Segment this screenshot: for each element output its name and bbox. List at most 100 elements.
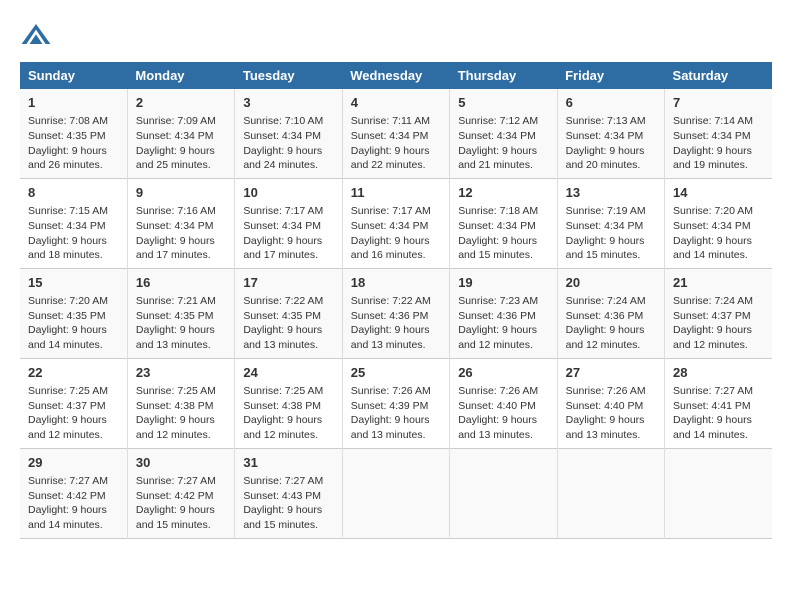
calendar-day-cell: 7 Sunrise: 7:14 AM Sunset: 4:34 PM Dayli… — [665, 89, 772, 178]
day-info: Sunrise: 7:08 AM Sunset: 4:35 PM Dayligh… — [28, 114, 119, 173]
day-info: Sunrise: 7:21 AM Sunset: 4:35 PM Dayligh… — [136, 294, 226, 353]
day-info: Sunrise: 7:22 AM Sunset: 4:35 PM Dayligh… — [243, 294, 333, 353]
calendar-day-cell — [450, 448, 557, 538]
day-info: Sunrise: 7:17 AM Sunset: 4:34 PM Dayligh… — [351, 204, 441, 263]
day-number: 23 — [136, 364, 226, 382]
calendar-day-cell — [557, 448, 664, 538]
day-info: Sunrise: 7:19 AM Sunset: 4:34 PM Dayligh… — [566, 204, 656, 263]
day-number: 19 — [458, 274, 548, 292]
calendar-day-cell: 28 Sunrise: 7:27 AM Sunset: 4:41 PM Dayl… — [665, 358, 772, 448]
day-info: Sunrise: 7:27 AM Sunset: 4:42 PM Dayligh… — [136, 474, 226, 533]
calendar-day-cell: 15 Sunrise: 7:20 AM Sunset: 4:35 PM Dayl… — [20, 268, 127, 358]
calendar-day-cell — [665, 448, 772, 538]
day-info: Sunrise: 7:20 AM Sunset: 4:35 PM Dayligh… — [28, 294, 119, 353]
day-number: 8 — [28, 184, 119, 202]
calendar-day-cell: 23 Sunrise: 7:25 AM Sunset: 4:38 PM Dayl… — [127, 358, 234, 448]
day-info: Sunrise: 7:24 AM Sunset: 4:36 PM Dayligh… — [566, 294, 656, 353]
calendar-day-cell: 25 Sunrise: 7:26 AM Sunset: 4:39 PM Dayl… — [342, 358, 449, 448]
calendar-day-cell: 24 Sunrise: 7:25 AM Sunset: 4:38 PM Dayl… — [235, 358, 342, 448]
day-number: 2 — [136, 94, 226, 112]
calendar-day-cell: 2 Sunrise: 7:09 AM Sunset: 4:34 PM Dayli… — [127, 89, 234, 178]
day-number: 31 — [243, 454, 333, 472]
day-info: Sunrise: 7:16 AM Sunset: 4:34 PM Dayligh… — [136, 204, 226, 263]
calendar-day-cell: 27 Sunrise: 7:26 AM Sunset: 4:40 PM Dayl… — [557, 358, 664, 448]
calendar-day-cell — [342, 448, 449, 538]
calendar-day-cell: 10 Sunrise: 7:17 AM Sunset: 4:34 PM Dayl… — [235, 178, 342, 268]
calendar-day-cell: 5 Sunrise: 7:12 AM Sunset: 4:34 PM Dayli… — [450, 89, 557, 178]
calendar-day-cell: 21 Sunrise: 7:24 AM Sunset: 4:37 PM Dayl… — [665, 268, 772, 358]
calendar-day-cell: 20 Sunrise: 7:24 AM Sunset: 4:36 PM Dayl… — [557, 268, 664, 358]
weekday-header: Sunday — [20, 62, 127, 89]
day-info: Sunrise: 7:27 AM Sunset: 4:42 PM Dayligh… — [28, 474, 119, 533]
day-info: Sunrise: 7:25 AM Sunset: 4:37 PM Dayligh… — [28, 384, 119, 443]
day-number: 21 — [673, 274, 764, 292]
day-number: 14 — [673, 184, 764, 202]
weekday-header: Wednesday — [342, 62, 449, 89]
day-number: 27 — [566, 364, 656, 382]
day-number: 3 — [243, 94, 333, 112]
calendar-day-cell: 30 Sunrise: 7:27 AM Sunset: 4:42 PM Dayl… — [127, 448, 234, 538]
calendar-week-row: 8 Sunrise: 7:15 AM Sunset: 4:34 PM Dayli… — [20, 178, 772, 268]
day-info: Sunrise: 7:22 AM Sunset: 4:36 PM Dayligh… — [351, 294, 441, 353]
calendar-day-cell: 18 Sunrise: 7:22 AM Sunset: 4:36 PM Dayl… — [342, 268, 449, 358]
day-info: Sunrise: 7:11 AM Sunset: 4:34 PM Dayligh… — [351, 114, 441, 173]
calendar-day-cell: 6 Sunrise: 7:13 AM Sunset: 4:34 PM Dayli… — [557, 89, 664, 178]
day-number: 7 — [673, 94, 764, 112]
day-info: Sunrise: 7:15 AM Sunset: 4:34 PM Dayligh… — [28, 204, 119, 263]
calendar-day-cell: 14 Sunrise: 7:20 AM Sunset: 4:34 PM Dayl… — [665, 178, 772, 268]
day-number: 25 — [351, 364, 441, 382]
weekday-header: Saturday — [665, 62, 772, 89]
logo-icon — [20, 20, 52, 52]
calendar-day-cell: 26 Sunrise: 7:26 AM Sunset: 4:40 PM Dayl… — [450, 358, 557, 448]
calendar-day-cell: 31 Sunrise: 7:27 AM Sunset: 4:43 PM Dayl… — [235, 448, 342, 538]
calendar-day-cell: 19 Sunrise: 7:23 AM Sunset: 4:36 PM Dayl… — [450, 268, 557, 358]
day-number: 4 — [351, 94, 441, 112]
day-number: 28 — [673, 364, 764, 382]
day-info: Sunrise: 7:27 AM Sunset: 4:43 PM Dayligh… — [243, 474, 333, 533]
weekday-header-row: SundayMondayTuesdayWednesdayThursdayFrid… — [20, 62, 772, 89]
calendar-day-cell: 22 Sunrise: 7:25 AM Sunset: 4:37 PM Dayl… — [20, 358, 127, 448]
weekday-header: Friday — [557, 62, 664, 89]
calendar-day-cell: 12 Sunrise: 7:18 AM Sunset: 4:34 PM Dayl… — [450, 178, 557, 268]
day-number: 16 — [136, 274, 226, 292]
day-info: Sunrise: 7:26 AM Sunset: 4:40 PM Dayligh… — [566, 384, 656, 443]
day-number: 26 — [458, 364, 548, 382]
calendar-day-cell: 17 Sunrise: 7:22 AM Sunset: 4:35 PM Dayl… — [235, 268, 342, 358]
day-number: 18 — [351, 274, 441, 292]
calendar-table: SundayMondayTuesdayWednesdayThursdayFrid… — [20, 62, 772, 539]
day-info: Sunrise: 7:13 AM Sunset: 4:34 PM Dayligh… — [566, 114, 656, 173]
calendar-day-cell: 13 Sunrise: 7:19 AM Sunset: 4:34 PM Dayl… — [557, 178, 664, 268]
weekday-header: Tuesday — [235, 62, 342, 89]
page-header — [20, 20, 772, 52]
day-info: Sunrise: 7:26 AM Sunset: 4:40 PM Dayligh… — [458, 384, 548, 443]
calendar-day-cell: 4 Sunrise: 7:11 AM Sunset: 4:34 PM Dayli… — [342, 89, 449, 178]
day-info: Sunrise: 7:24 AM Sunset: 4:37 PM Dayligh… — [673, 294, 764, 353]
day-info: Sunrise: 7:14 AM Sunset: 4:34 PM Dayligh… — [673, 114, 764, 173]
day-number: 24 — [243, 364, 333, 382]
day-info: Sunrise: 7:09 AM Sunset: 4:34 PM Dayligh… — [136, 114, 226, 173]
day-info: Sunrise: 7:20 AM Sunset: 4:34 PM Dayligh… — [673, 204, 764, 263]
day-number: 15 — [28, 274, 119, 292]
day-info: Sunrise: 7:27 AM Sunset: 4:41 PM Dayligh… — [673, 384, 764, 443]
day-number: 22 — [28, 364, 119, 382]
day-number: 20 — [566, 274, 656, 292]
calendar-week-row: 15 Sunrise: 7:20 AM Sunset: 4:35 PM Dayl… — [20, 268, 772, 358]
day-number: 10 — [243, 184, 333, 202]
calendar-day-cell: 3 Sunrise: 7:10 AM Sunset: 4:34 PM Dayli… — [235, 89, 342, 178]
weekday-header: Monday — [127, 62, 234, 89]
calendar-week-row: 22 Sunrise: 7:25 AM Sunset: 4:37 PM Dayl… — [20, 358, 772, 448]
day-info: Sunrise: 7:25 AM Sunset: 4:38 PM Dayligh… — [136, 384, 226, 443]
logo — [20, 20, 56, 52]
calendar-day-cell: 11 Sunrise: 7:17 AM Sunset: 4:34 PM Dayl… — [342, 178, 449, 268]
day-info: Sunrise: 7:17 AM Sunset: 4:34 PM Dayligh… — [243, 204, 333, 263]
day-number: 6 — [566, 94, 656, 112]
day-number: 1 — [28, 94, 119, 112]
day-number: 30 — [136, 454, 226, 472]
day-info: Sunrise: 7:26 AM Sunset: 4:39 PM Dayligh… — [351, 384, 441, 443]
calendar-week-row: 29 Sunrise: 7:27 AM Sunset: 4:42 PM Dayl… — [20, 448, 772, 538]
weekday-header: Thursday — [450, 62, 557, 89]
day-info: Sunrise: 7:18 AM Sunset: 4:34 PM Dayligh… — [458, 204, 548, 263]
day-number: 29 — [28, 454, 119, 472]
calendar-day-cell: 29 Sunrise: 7:27 AM Sunset: 4:42 PM Dayl… — [20, 448, 127, 538]
calendar-day-cell: 16 Sunrise: 7:21 AM Sunset: 4:35 PM Dayl… — [127, 268, 234, 358]
